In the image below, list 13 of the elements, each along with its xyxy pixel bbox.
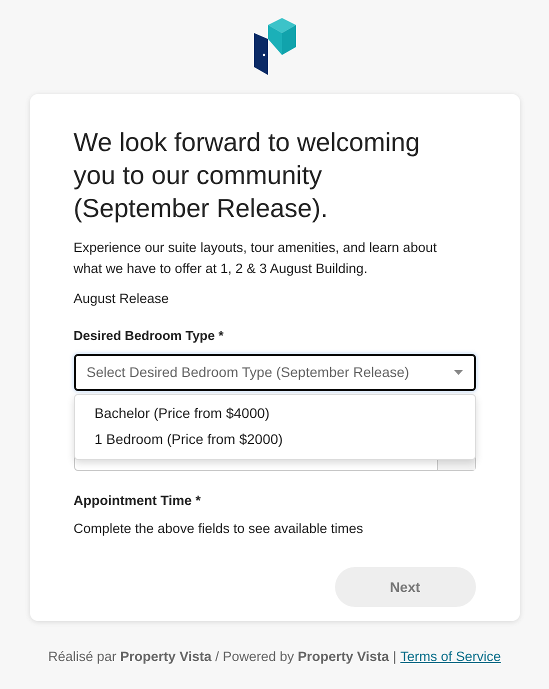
- heading: We look forward to welcoming you to our community (September Release).: [74, 126, 421, 225]
- intro-text: Experience our suite layouts, tour amenities, and learn about what we have to offer at 1, 2 & 3 August Building.: [74, 239, 438, 278]
- terms-link[interactable]: Terms of Service: [400, 647, 501, 668]
- logo-icon: [254, 17, 296, 75]
- dropdown-option[interactable]: 1 Bedroom (Price from $2000): [74, 426, 474, 453]
- dropdown-option[interactable]: Bachelor (Price from $4000): [74, 400, 474, 427]
- appointment-label: Appointment Time *: [74, 492, 202, 510]
- release-text: August Release: [74, 290, 170, 308]
- bedroom-select[interactable]: Select Desired Bedroom Type (September Release): [74, 354, 476, 391]
- bedroom-label: Desired Bedroom Type *: [74, 327, 225, 346]
- footer-text: Réalisé par Property Vista / Powered by Property Vista |: [48, 648, 396, 666]
- appointment-note: Complete the above fields to see available times: [74, 520, 364, 538]
- caret-icon: [454, 370, 462, 375]
